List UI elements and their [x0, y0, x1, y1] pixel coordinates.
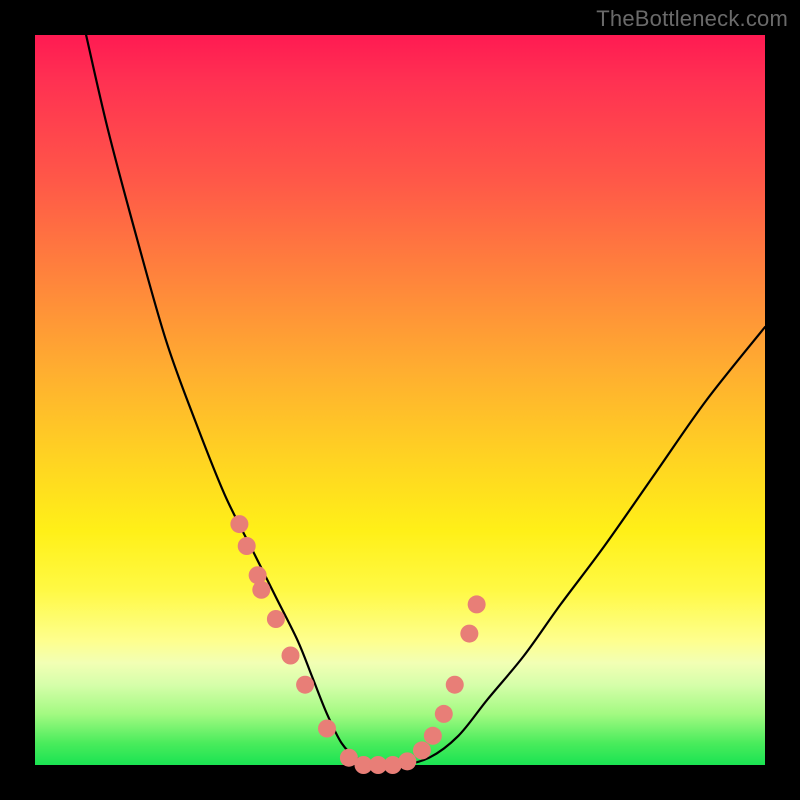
chart-frame: TheBottleneck.com — [0, 0, 800, 800]
plot-area — [35, 35, 765, 765]
marker-dot — [468, 595, 486, 613]
marker-dot — [318, 720, 336, 738]
marker-dot — [230, 515, 248, 533]
marker-dot — [267, 610, 285, 628]
bottleneck-curve — [86, 35, 765, 766]
marker-dot — [398, 752, 416, 770]
curve-layer — [35, 35, 765, 765]
marker-dot — [238, 537, 256, 555]
marker-dot — [296, 676, 314, 694]
watermark-text: TheBottleneck.com — [596, 6, 788, 32]
marker-dot — [424, 727, 442, 745]
marker-dot — [460, 625, 478, 643]
marker-dot — [252, 581, 270, 599]
marker-dots — [230, 515, 485, 774]
marker-dot — [282, 647, 300, 665]
marker-dot — [413, 741, 431, 759]
marker-dot — [435, 705, 453, 723]
marker-dot — [446, 676, 464, 694]
